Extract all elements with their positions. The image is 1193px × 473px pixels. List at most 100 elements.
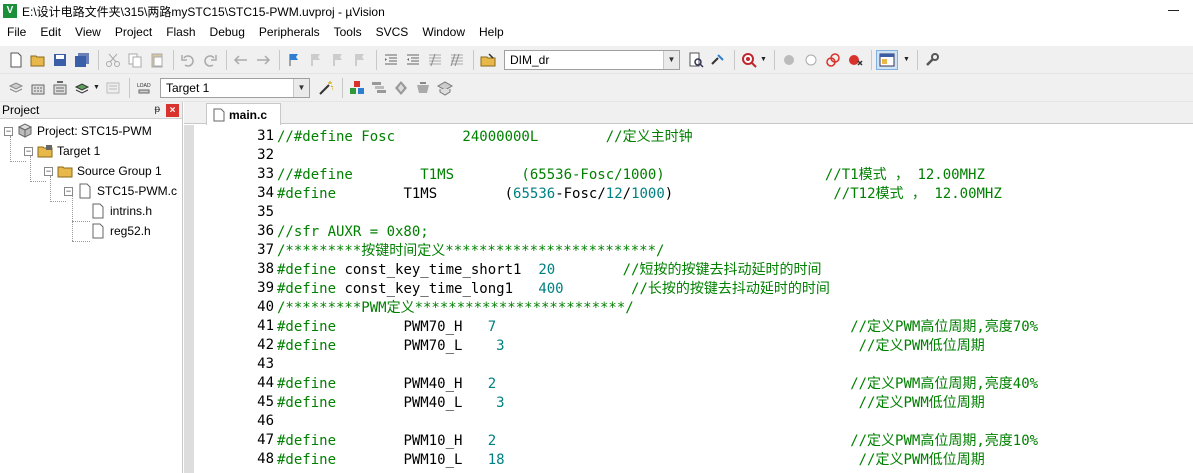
manage-components-button[interactable] xyxy=(347,78,367,98)
debug-dropdown-arrow[interactable]: ▼ xyxy=(760,56,767,63)
uncomment-selection-button[interactable] xyxy=(447,50,467,70)
code-line[interactable]: #define PWM70_H 7 //定义PWM高位周期,亮度70% xyxy=(277,318,1038,337)
collapse-toggle-icon[interactable]: − xyxy=(44,166,53,176)
paste-button[interactable] xyxy=(147,50,167,70)
new-file-button[interactable] xyxy=(6,50,26,70)
minimize-button[interactable] xyxy=(1168,10,1179,11)
code-line[interactable]: #define PWM10_H 2 //定义PWM高位周期,亮度10% xyxy=(277,432,1038,451)
header-file-icon xyxy=(90,223,106,239)
cut-button[interactable] xyxy=(103,50,123,70)
window-layout-dropdown-arrow[interactable]: ▼ xyxy=(903,56,910,63)
debug-session-button[interactable] xyxy=(739,50,759,70)
save-all-button[interactable] xyxy=(72,50,92,70)
insert-breakpoint-button[interactable] xyxy=(779,50,799,70)
code-token: #define xyxy=(277,262,337,278)
batch-build-dropdown-arrow[interactable]: ▼ xyxy=(93,84,100,91)
comment-selection-button[interactable] xyxy=(425,50,445,70)
collapse-toggle-icon[interactable]: − xyxy=(24,146,33,156)
line-number: 40 xyxy=(257,299,274,315)
tree-item[interactable]: reg52.h xyxy=(90,221,151,241)
menu-flash[interactable]: Flash xyxy=(159,22,202,42)
arrow-right-icon xyxy=(257,54,271,65)
menu-edit[interactable]: Edit xyxy=(33,22,68,42)
multi-project-button[interactable] xyxy=(435,78,455,98)
code-token: //sfr AUXR = 0x80; xyxy=(277,224,429,240)
pack-installer-button[interactable] xyxy=(413,78,433,98)
editor-gutter[interactable] xyxy=(184,125,194,473)
find-in-files-button[interactable] xyxy=(478,50,498,70)
stop-build-button[interactable] xyxy=(103,78,123,98)
tree-item[interactable]: intrins.h xyxy=(90,201,152,221)
code-line[interactable]: //#define Fosc 24000000L //定义主时钟 xyxy=(277,128,693,147)
batch-build-button[interactable] xyxy=(72,78,92,98)
code-line[interactable]: #define const_key_time_long1 400 //长按的按键… xyxy=(277,280,830,299)
chevron-down-icon[interactable]: ▼ xyxy=(663,50,679,69)
indent-button[interactable] xyxy=(381,50,401,70)
code-token: PWM40_H xyxy=(336,376,488,392)
build-button[interactable] xyxy=(28,78,48,98)
tab-main-c[interactable]: main.c xyxy=(206,103,281,125)
incremental-find-button[interactable] xyxy=(708,50,728,70)
rebuild-button[interactable] xyxy=(50,78,70,98)
close-icon[interactable]: × xyxy=(166,104,179,117)
prev-bookmark-button[interactable] xyxy=(306,50,326,70)
tree-item[interactable]: − Source Group 1 xyxy=(44,161,162,181)
file-extensions-button[interactable] xyxy=(369,78,389,98)
clear-bookmarks-button[interactable] xyxy=(350,50,370,70)
save-button[interactable] xyxy=(50,50,70,70)
menu-file[interactable]: File xyxy=(0,22,33,42)
code-line[interactable]: #define const_key_time_short1 20 //短按的按键… xyxy=(277,261,821,280)
menu-window[interactable]: Window xyxy=(415,22,472,42)
menu-svcs[interactable]: SVCS xyxy=(369,22,416,42)
tree-item[interactable]: − Project: STC15-PWM xyxy=(4,121,152,141)
target-select[interactable]: Target 1 ▼ xyxy=(159,77,310,98)
navigate-back-button[interactable] xyxy=(231,50,251,70)
toolbar-separator xyxy=(341,77,343,98)
tree-item[interactable]: − STC15-PWM.c xyxy=(64,181,177,201)
select-packs-button[interactable] xyxy=(391,78,411,98)
enable-breakpoint-button[interactable] xyxy=(801,50,821,70)
disable-all-breakpoints-button[interactable] xyxy=(823,50,843,70)
next-bookmark-button[interactable] xyxy=(328,50,348,70)
bookmark-flag-icon xyxy=(289,53,298,66)
editor-tabbar: main.c xyxy=(184,102,1193,125)
target-options-button[interactable] xyxy=(316,78,336,98)
menu-debug[interactable]: Debug xyxy=(203,22,252,42)
chevron-down-icon[interactable]: ▼ xyxy=(292,78,309,97)
menu-peripherals[interactable]: Peripherals xyxy=(252,22,327,42)
collapse-toggle-icon[interactable]: − xyxy=(64,186,73,196)
code-line[interactable]: #define PWM70_L 3 //定义PWM低位周期 xyxy=(277,337,985,356)
download-button[interactable]: LOAD xyxy=(134,78,154,98)
unindent-button[interactable] xyxy=(403,50,423,70)
menu-project[interactable]: Project xyxy=(108,22,159,42)
comment-icon xyxy=(429,53,441,66)
menu-view[interactable]: View xyxy=(68,22,108,42)
code-line[interactable]: //#define T1MS (65536-Fosc/1000) //T1模式 … xyxy=(277,166,985,185)
kill-all-breakpoints-button[interactable] xyxy=(845,50,865,70)
code-area[interactable]: //#define Fosc 24000000L //定义主时钟 //#defin… xyxy=(277,125,1193,473)
menu-tools[interactable]: Tools xyxy=(327,22,369,42)
tree-item[interactable]: − Target 1 xyxy=(24,141,100,161)
copy-button[interactable] xyxy=(125,50,145,70)
code-line[interactable]: #define PWM40_L 3 //定义PWM低位周期 xyxy=(277,394,985,413)
menu-help[interactable]: Help xyxy=(472,22,511,42)
pin-icon[interactable]: ᵽ xyxy=(154,104,160,115)
window-layout-button[interactable] xyxy=(875,49,898,70)
translate-button[interactable] xyxy=(6,78,26,98)
navigate-forward-button[interactable] xyxy=(253,50,273,70)
code-line[interactable]: //sfr AUXR = 0x80; xyxy=(277,223,429,242)
code-line[interactable]: /*********按键时间定义************************… xyxy=(277,242,664,261)
undo-button[interactable] xyxy=(178,50,198,70)
code-line[interactable]: #define PWM40_H 2 //定义PWM高位周期,亮度40% xyxy=(277,375,1038,394)
collapse-toggle-icon[interactable]: − xyxy=(4,126,13,136)
code-line[interactable]: #define T1MS (65536-Fosc/12/1000) //T12模… xyxy=(277,185,1002,204)
code-line[interactable]: /*********PWM定义*************************… xyxy=(277,299,634,318)
open-file-button[interactable] xyxy=(28,50,48,70)
redo-button[interactable] xyxy=(200,50,220,70)
insert-bookmark-button[interactable] xyxy=(284,50,304,70)
configure-button[interactable] xyxy=(922,50,942,70)
find-button[interactable] xyxy=(686,50,706,70)
find-combo[interactable]: DIM_dr ▼ xyxy=(504,49,680,70)
code-token: ) xyxy=(664,186,834,202)
code-line[interactable]: #define PWM10_L 18 //定义PWM低位周期 xyxy=(277,451,985,470)
